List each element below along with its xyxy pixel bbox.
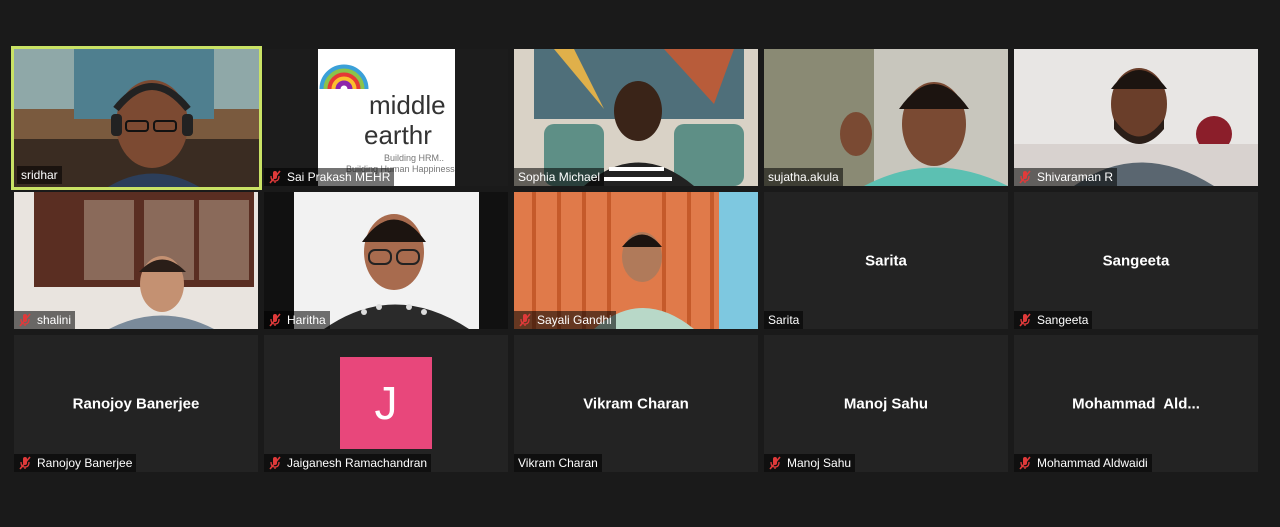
- participant-display-name: Sangeeta: [1102, 252, 1170, 269]
- logo-tagline-1: Building HRM..: [384, 153, 444, 163]
- avatar: J: [340, 357, 432, 449]
- participant-video: [514, 49, 758, 186]
- participant-name: sridhar: [21, 168, 58, 182]
- participant-name: Mohammad Aldwaidi: [1037, 456, 1148, 470]
- participant-name-label: sujatha.akula: [764, 168, 843, 186]
- mic-muted-icon: [268, 313, 282, 327]
- participant-name-label: Mohammad Aldwaidi: [1014, 454, 1152, 472]
- participant-name: Shivaraman R: [1037, 170, 1114, 184]
- participant-tile-sridhar[interactable]: sridhar: [11, 46, 262, 190]
- participant-tile-manoj-sahu[interactable]: Manoj Sahu Manoj Sahu: [764, 335, 1008, 472]
- mic-muted-icon: [768, 456, 782, 470]
- mic-muted-icon: [18, 313, 32, 327]
- mic-muted-icon: [268, 170, 282, 184]
- participant-name: shalini: [37, 313, 72, 327]
- participant-name: Vikram Charan: [518, 456, 598, 470]
- mic-muted-icon: [18, 456, 32, 470]
- mic-muted-icon: [1018, 170, 1032, 184]
- participant-tile-sarita[interactable]: Sarita Sarita: [764, 192, 1008, 329]
- participant-tile-shivaraman-r[interactable]: Shivaraman R: [1014, 49, 1258, 186]
- participant-video: [764, 49, 1008, 186]
- participant-name: Sangeeta: [1037, 313, 1089, 327]
- participant-name-label: Jaiganesh Ramachandran: [264, 454, 432, 472]
- participant-name-label: sridhar: [17, 166, 62, 184]
- mic-muted-icon: [1018, 456, 1032, 470]
- participant-tile-jaiganesh-ramachandran[interactable]: J Jaiganesh Ramachandran: [264, 335, 508, 472]
- participant-tile-haritha[interactable]: Haritha: [264, 192, 508, 329]
- participant-tile-mohammad-aldwaidi[interactable]: Mohammad Ald... Mohammad Aldwaidi: [1014, 335, 1258, 472]
- participant-name-label: Shivaraman R: [1014, 168, 1118, 186]
- participant-name: Sophia Michael: [518, 170, 601, 184]
- participant-name: Ranojoy Banerjee: [37, 456, 133, 470]
- participant-name-label: Ranojoy Banerjee: [14, 454, 137, 472]
- participant-tile-sangeeta[interactable]: Sangeeta Sangeeta: [1014, 192, 1258, 329]
- participant-name: Haritha: [287, 313, 326, 327]
- participant-tile-ranojoy-banerjee[interactable]: Ranojoy Banerjee Ranojoy Banerjee: [14, 335, 258, 472]
- participant-display-name: Manoj Sahu: [843, 395, 929, 412]
- logo-text-earthr: earthr: [364, 120, 432, 150]
- meeting-gallery-view: sridhar middle earthr Building HRM.. Bui…: [0, 0, 1280, 527]
- participant-name-label: Sarita: [764, 311, 804, 329]
- participant-name: Sai Prakash MEHR: [287, 170, 391, 184]
- participant-name-label: Haritha: [264, 311, 330, 329]
- participant-name: sujatha.akula: [768, 170, 839, 184]
- participant-video: [1014, 49, 1258, 186]
- participant-name: Sarita: [768, 313, 800, 327]
- mic-muted-icon: [518, 313, 532, 327]
- participant-name-label: Sophia Michael: [514, 168, 605, 186]
- participant-name-label: Sayali Gandhi: [514, 311, 616, 329]
- participant-name: Manoj Sahu: [787, 456, 852, 470]
- participant-name-label: shalini: [14, 311, 76, 329]
- participant-display-name: Mohammad Ald...: [1072, 395, 1200, 412]
- participant-display-name: Vikram Charan: [583, 395, 689, 412]
- participant-name-label: Manoj Sahu: [764, 454, 856, 472]
- logo-text-middle: middle: [369, 90, 446, 120]
- mic-muted-icon: [268, 456, 282, 470]
- participant-tile-sophia-michael[interactable]: Sophia Michael: [514, 49, 758, 186]
- mic-muted-icon: [1018, 313, 1032, 327]
- participant-video: middle earthr Building HRM.. Building Hu…: [264, 49, 508, 186]
- participant-name-label: Sangeeta: [1014, 311, 1093, 329]
- participant-video: [14, 192, 258, 329]
- participant-name: Sayali Gandhi: [537, 313, 612, 327]
- participant-video: [514, 192, 758, 329]
- participant-name-label: Vikram Charan: [514, 454, 602, 472]
- participant-video: [264, 192, 508, 329]
- participant-display-name: Sarita: [865, 252, 907, 269]
- participant-tile-vikram-charan[interactable]: Vikram Charan Vikram Charan: [514, 335, 758, 472]
- participant-display-name: Ranojoy Banerjee: [72, 395, 200, 412]
- participant-name: Jaiganesh Ramachandran: [287, 456, 428, 470]
- participant-tile-sayali-gandhi[interactable]: Sayali Gandhi: [514, 192, 758, 329]
- participant-tile-sai-prakash[interactable]: middle earthr Building HRM.. Building Hu…: [264, 49, 508, 186]
- participant-tile-shalini[interactable]: shalini: [14, 192, 258, 329]
- participant-name-label: Sai Prakash MEHR: [264, 168, 395, 186]
- participant-tile-sujatha-akula[interactable]: sujatha.akula: [764, 49, 1008, 186]
